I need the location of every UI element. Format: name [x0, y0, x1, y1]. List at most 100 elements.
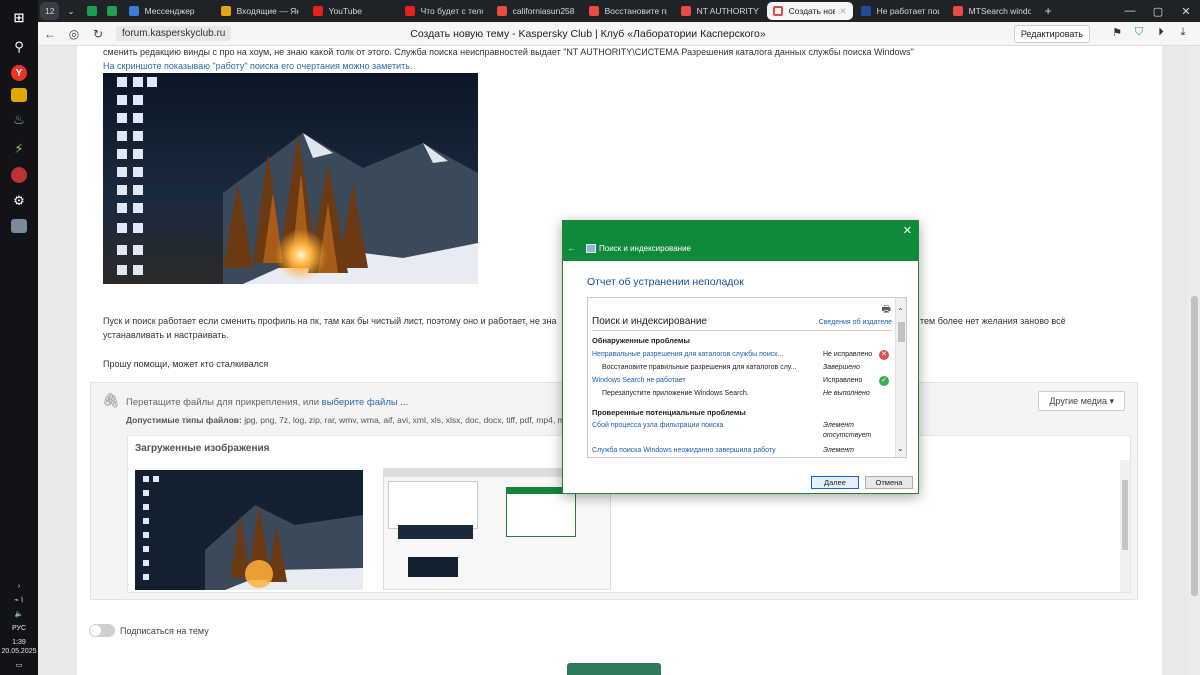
cancel-button[interactable]: Отмена [865, 476, 913, 489]
problem-status: Завершено [823, 364, 860, 371]
tab-label: Не работает пои [876, 6, 939, 16]
pinned-sheets-icon-2[interactable] [103, 2, 121, 20]
dialog-back-arrow-icon[interactable]: ← [567, 243, 576, 253]
report-row: Windows Search не работает Исправлено ✓ [592, 376, 892, 388]
troubleshooter-icon [586, 244, 596, 253]
printer-icon[interactable]: 🖶 [882, 302, 891, 319]
report-row: Перезапустите приложение Windows Search.… [592, 390, 892, 401]
clock-time: 1:39 [12, 639, 26, 646]
tab-favicon-icon [680, 6, 691, 16]
steam-icon[interactable]: ♨ [8, 109, 30, 131]
search-icon[interactable]: ⚲ [8, 36, 30, 58]
pinned-sheets-icon-1[interactable] [83, 2, 101, 20]
problem-link[interactable]: Служба поиска Windows неожиданно заверши… [592, 447, 776, 454]
choose-files-link[interactable]: выберите файлы ... [322, 397, 409, 408]
tab[interactable]: Восстановите пр [583, 2, 673, 20]
tab-favicon-icon [312, 6, 323, 16]
media-play-icon[interactable]: ⏵ [1150, 26, 1172, 39]
problem-link[interactable]: Сбой процесса узла фильтрации поиска [592, 422, 723, 429]
close-window-icon[interactable]: ✕ [1172, 5, 1200, 18]
post-paragraph-1b: тем более нет желания заново всё [920, 316, 1066, 326]
tab[interactable]: Не работает пои [855, 2, 945, 20]
app-red-icon[interactable] [11, 167, 27, 183]
dialog-close-icon[interactable]: ✕ [903, 224, 912, 237]
checked-problems-heading: Проверенные потенциальные проблемы [592, 408, 746, 417]
tab[interactable]: californiasun258 [491, 2, 581, 20]
subscribe-toggle-row[interactable]: Подписаться на тему [89, 624, 209, 637]
app-icon[interactable]: ⚡ [8, 138, 30, 160]
subscribe-label: Подписаться на тему [120, 625, 209, 636]
paperclip-icon: 🖇 [102, 392, 120, 408]
edit-button[interactable]: Редактировать [1013, 25, 1090, 43]
report-divider [592, 330, 892, 331]
tab[interactable]: NT AUTHORITY\ [675, 2, 765, 20]
tab[interactable]: Мессенджер [123, 2, 213, 20]
chevron-icon[interactable]: › [18, 582, 20, 591]
tab[interactable]: Что будет с тело [399, 2, 489, 20]
page-scroll-thumb[interactable] [1191, 296, 1198, 596]
post-line-1: сменить редакцию винды с про на хоум, не… [103, 47, 914, 57]
uploaded-image-thumbnail-1[interactable] [135, 470, 363, 590]
tab[interactable]: YouTube [307, 2, 397, 20]
upload-hint-text: Перетащите файлы для прикрепления, или [126, 397, 322, 408]
report-scroll-thumb[interactable] [898, 322, 905, 342]
tab-label: Что будет с тело [420, 6, 483, 16]
tab-counter[interactable]: 12 [40, 2, 60, 20]
problem-status-line2: отсутствует [823, 432, 872, 439]
minimize-icon[interactable]: — [1116, 5, 1144, 17]
notifications-icon[interactable]: ▭ [16, 661, 23, 670]
thumb2-dialog [506, 487, 576, 537]
problem-status: Элемент [823, 447, 854, 454]
settings-gear-icon[interactable]: ⚙ [8, 190, 30, 212]
report-row: Сбой процесса узла фильтрации поиска Элем… [592, 422, 892, 439]
submit-button[interactable] [567, 663, 661, 675]
dialog-header: ✕ ← Поиск и индексирование [563, 221, 918, 261]
volume-icon[interactable]: 🔈 [15, 610, 24, 619]
tab-label: Создать нову [788, 6, 836, 16]
scroll-down-chevron-icon[interactable]: ⌄ [897, 444, 904, 453]
toolbar-right: ⚑ ⛉ ⏵ ⤓ [1106, 26, 1194, 39]
file-explorer-icon[interactable] [11, 88, 27, 102]
other-media-dropdown[interactable]: Другие медиа ▾ [1038, 391, 1125, 411]
images-scrollbar[interactable] [1120, 460, 1130, 592]
tab[interactable]: Входящие — Янд [215, 2, 305, 20]
network-icon[interactable]: ⌁ ⌇ [14, 596, 24, 605]
language-indicator[interactable]: РУС [12, 624, 26, 633]
tab-favicon-icon [496, 6, 507, 16]
tab[interactable]: MTSearch windo [947, 2, 1037, 20]
images-scroll-thumb[interactable] [1122, 480, 1128, 550]
next-button[interactable]: Далее [811, 476, 859, 489]
thumb2-explorer-window [388, 481, 478, 529]
tab-label: californiasun258 [512, 6, 575, 16]
page-title: Создать новую тему - Kaspersky Club | Кл… [410, 28, 766, 40]
bookmark-icon[interactable]: ⚑ [1106, 26, 1128, 39]
error-status-icon: ✕ [879, 350, 889, 360]
dialog-window-title: Поиск и индексирование [599, 244, 691, 253]
tab-favicon-icon [588, 6, 599, 16]
page-scrollbar[interactable] [1188, 46, 1200, 675]
tab-close-icon[interactable]: ✕ [839, 6, 846, 17]
tab-list-chevron-icon[interactable]: ⌄ [61, 2, 80, 20]
desktop-screenshot-image[interactable] [103, 73, 478, 284]
tab-active[interactable]: Создать нову✕ [766, 2, 853, 20]
report-title: Поиск и индексирование [592, 316, 707, 327]
publisher-details-link[interactable]: Сведения об издателе [819, 319, 892, 326]
clock-date: 20.05.2025 [1, 648, 37, 655]
problem-link[interactable]: Неправильные разрешения для каталогов сл… [592, 351, 783, 358]
report-scrollbar[interactable]: ⌃ ⌄ [895, 298, 906, 457]
windows-taskbar: ⊞ ⚲ Y ♨ ⚡ ⚙ › ⌁ ⌇ 🔈 РУС 1:39 20.05.2025 ▭ [0, 0, 38, 675]
maximize-icon[interactable]: ▢ [1144, 5, 1172, 18]
downloads-icon[interactable]: ⤓ [1172, 26, 1194, 39]
tab-label: NT AUTHORITY\ [696, 6, 759, 16]
tab-label: Мессенджер [144, 6, 195, 16]
tab-favicon-icon [404, 6, 415, 16]
new-tab-button[interactable]: + [1039, 2, 1058, 20]
subscribe-toggle[interactable] [89, 624, 115, 637]
clock[interactable]: 1:39 20.05.2025 [1, 638, 36, 656]
problem-link[interactable]: Windows Search не работает [592, 377, 686, 384]
yandex-browser-icon[interactable]: Y [11, 65, 27, 81]
protect-shield-icon[interactable]: ⛉ [1128, 26, 1150, 39]
windows-start-icon[interactable]: ⊞ [8, 7, 30, 29]
screenshot-app-icon[interactable] [11, 219, 27, 233]
scroll-up-chevron-icon[interactable]: ⌃ [897, 307, 904, 316]
